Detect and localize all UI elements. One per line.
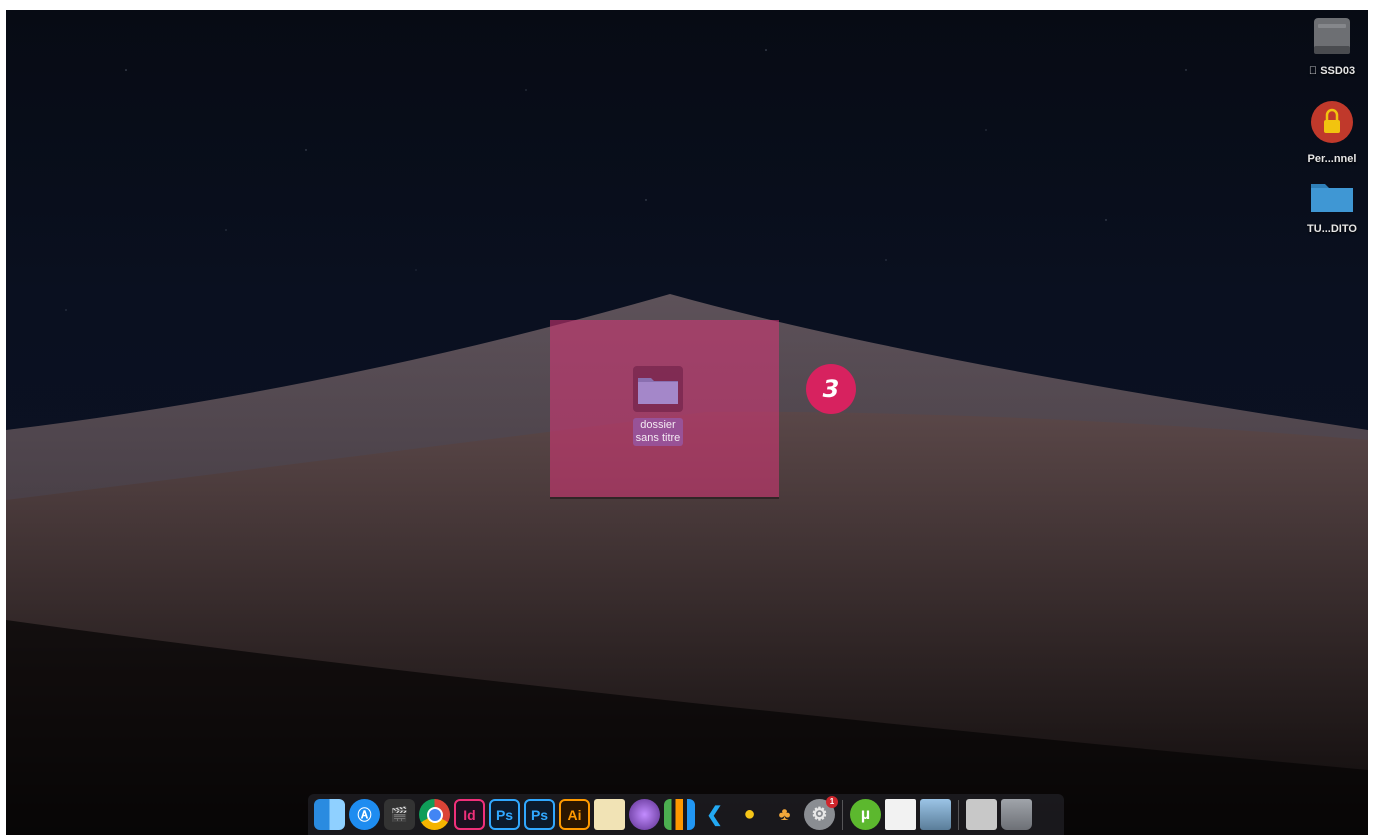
motion-icon[interactable] (629, 799, 660, 830)
photo-icon[interactable] (920, 799, 951, 830)
cocktail-icon[interactable]: ♣ (769, 799, 800, 830)
stack-icon[interactable] (966, 799, 997, 830)
utorrent-icon[interactable]: µ (850, 799, 881, 830)
new-folder-label[interactable]: dossier sans titre (632, 418, 684, 446)
duck-icon[interactable]: ● (734, 799, 765, 830)
step-number-badge: 3 (806, 364, 856, 414)
dock-separator (958, 799, 959, 830)
photoshop-icon[interactable]: Ps (489, 799, 520, 830)
bar-chart-icon[interactable] (664, 799, 695, 830)
ssd-drive-icon[interactable]:  SSD03 (1300, 16, 1364, 77)
folder-selection-box (633, 366, 683, 412)
notepad-icon[interactable] (594, 799, 625, 830)
personnel-volume-icon[interactable]: Per...nnel (1300, 100, 1364, 165)
tutodito-label: TU...DITO (1307, 223, 1357, 235)
indesign-icon[interactable]: Id (454, 799, 485, 830)
desktop:  SSD03 Per...nnel TU...DITO dossier san… (6, 10, 1368, 835)
app-store-icon[interactable]: Ⓐ (349, 799, 380, 830)
folder-icon (638, 378, 678, 404)
clapperboard-icon[interactable]: 🎬 (384, 799, 415, 830)
illustrator-icon[interactable]: Ai (559, 799, 590, 830)
new-folder-icon[interactable]: dossier sans titre (626, 366, 690, 446)
folder-icon (1311, 184, 1353, 212)
document-icon[interactable] (885, 799, 916, 830)
gear-icon[interactable]: ⚙ 1 (804, 796, 838, 830)
lock-icon (1311, 101, 1353, 143)
photoshop-icon[interactable]: Ps (524, 799, 555, 830)
trash-icon[interactable] (1001, 799, 1032, 830)
finder-icon[interactable] (314, 799, 345, 830)
notification-badge: 1 (826, 796, 838, 808)
hard-drive-icon (1314, 18, 1350, 54)
dock: Ⓐ 🎬 Id Ps Ps Ai ❮ ● ♣ ⚙ 1 µ (308, 794, 1064, 835)
ssd-drive-label:  SSD03 (1309, 65, 1355, 77)
chrome-icon[interactable] (419, 799, 450, 830)
personnel-label: Per...nnel (1307, 153, 1357, 165)
dock-separator (842, 799, 843, 830)
tutodito-folder-icon[interactable]: TU...DITO (1300, 178, 1364, 235)
vscode-icon[interactable]: ❮ (699, 799, 730, 830)
